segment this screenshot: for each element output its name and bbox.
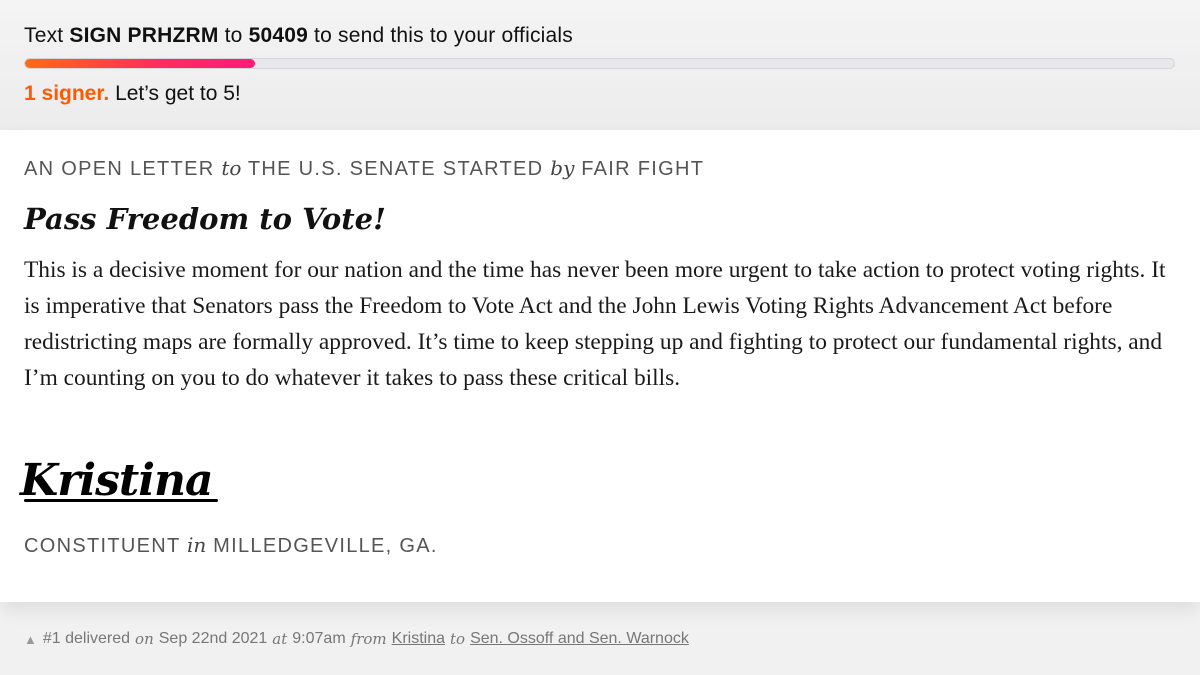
signer-goal: Let’s get to 5! [115, 82, 241, 105]
cta-to: to [224, 24, 243, 47]
kicker-text-3: FAIR FIGHT [581, 158, 705, 180]
location-role: CONSTITUENT [24, 535, 181, 557]
kicker-by: by [550, 156, 575, 180]
kicker-to: to [221, 156, 242, 180]
delivery-time: 9:07am [292, 630, 346, 647]
delivery-at: at [272, 630, 288, 648]
delivery-log: ▲ #1 delivered on Sep 22nd 2021 at 9:07a… [24, 630, 689, 648]
cta-suffix: to send this to your officials [314, 24, 573, 47]
letter-headline: Pass Freedom to Vote! [24, 202, 386, 236]
signer-location: CONSTITUENT in MILLEDGEVILLE, GA. [24, 533, 438, 558]
letter-card: AN OPEN LETTER to THE U.S. SENATE STARTE… [0, 130, 1200, 602]
cta-number: 50409 [248, 24, 308, 47]
letter-kicker: AN OPEN LETTER to THE U.S. SENATE STARTE… [24, 156, 704, 181]
signer-count: 1 signer. Let’s get to 5! [24, 82, 241, 106]
cta-keyword: SIGN PRHZRM [69, 24, 219, 47]
progress-fill [25, 59, 255, 68]
location-in: in [187, 533, 207, 557]
recipients-link[interactable]: Sen. Ossoff and Sen. Warnock [470, 630, 689, 648]
sender-link[interactable]: Kristina [392, 630, 445, 648]
sms-cta: Text SIGN PRHZRM to 50409 to send this t… [24, 24, 573, 48]
sign-bar: Text SIGN PRHZRM to 50409 to send this t… [0, 0, 1200, 130]
signature: Kristina [20, 455, 219, 506]
delivery-on: on [135, 630, 154, 648]
delivery-date: Sep 22nd 2021 [158, 630, 268, 647]
cta-prefix: Text [24, 24, 64, 47]
signer-count-value: 1 signer. [24, 82, 110, 105]
delivery-from: from [350, 630, 387, 648]
letter-body: This is a decisive moment for our nation… [24, 257, 1166, 391]
delivery-to: to [450, 630, 466, 648]
kicker-text-2: THE U.S. SENATE STARTED [247, 158, 544, 180]
delivery-number: #1 delivered [42, 630, 131, 647]
kicker-text-1: AN OPEN LETTER [24, 158, 215, 180]
signer-progress-bar [24, 58, 1175, 69]
location-city: MILLEDGEVILLE, GA. [213, 535, 438, 557]
triangle-up-icon: ▲ [24, 631, 37, 647]
